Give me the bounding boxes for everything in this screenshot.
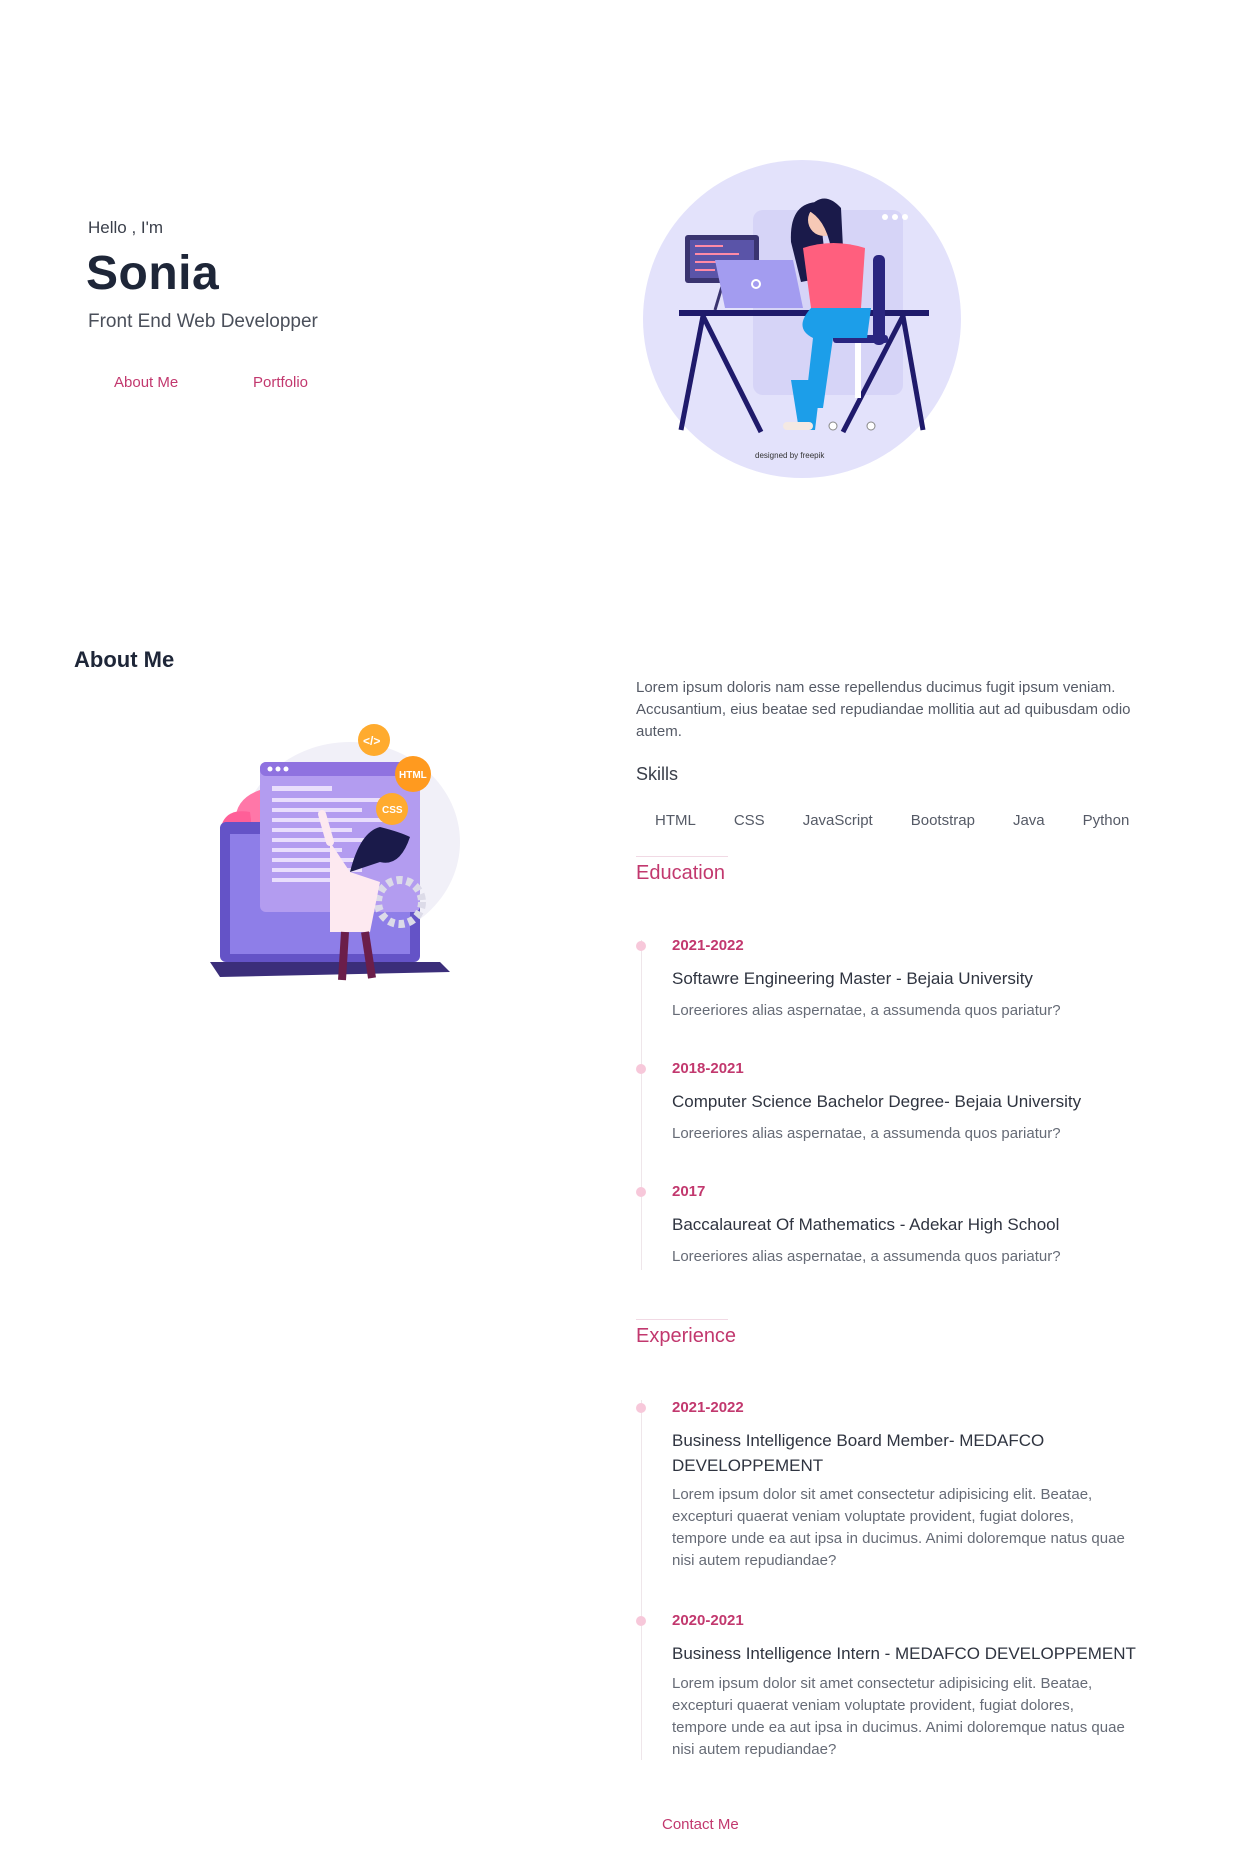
education-title-item: Computer Science Bachelor Degree- Bejaia… (672, 1092, 1082, 1111)
education-title-item: Softawre Engineering Master - Bejaia Uni… (672, 969, 1033, 988)
css-badge: CSS (382, 805, 403, 816)
experience-desc: Lorem ipsum dolor sit amet consectetur a… (672, 1675, 1125, 1758)
education-title: Education (636, 862, 725, 884)
hero-illustration: designed by freepik (643, 160, 961, 478)
timeline-dot (636, 1616, 646, 1626)
skill-javascript[interactable]: JavaScript (784, 812, 892, 829)
experience-title-item: Business Intelligence Board Member- MEDA… (672, 1431, 1045, 1475)
experience-title-item: Business Intelligence Intern - MEDAFCO D… (672, 1644, 1136, 1663)
hero-name: Sonia (86, 247, 220, 300)
experience-timeline-line (641, 1400, 642, 1760)
html-badge: HTML (399, 770, 427, 781)
education-desc: Loreeriores alias aspernatae, a assumend… (672, 1248, 1061, 1265)
skill-java[interactable]: Java (994, 812, 1064, 829)
skills-title: Skills (636, 764, 679, 784)
experience-year: 2020-2021 (672, 1612, 744, 1629)
education-desc: Loreeriores alias aspernatae, a assumend… (672, 1125, 1061, 1142)
experience-divider (636, 1319, 728, 1320)
about-intro: Lorem ipsum doloris nam esse repellendus… (636, 679, 1131, 740)
portfolio-button[interactable]: Portfolio (253, 374, 308, 391)
education-desc: Loreeriores alias aspernatae, a assumend… (672, 1002, 1061, 1019)
timeline-dot (636, 1187, 646, 1197)
about-section-title: About Me (74, 647, 175, 672)
skills-list: HTML CSS JavaScript Bootstrap Java Pytho… (636, 812, 1148, 829)
about-illustration: </> HTML CSS (210, 722, 490, 992)
timeline-dot (636, 1064, 646, 1074)
education-title-item: Baccalaureat Of Mathematics - Adekar Hig… (672, 1215, 1060, 1234)
hero-greeting: Hello , I'm (88, 218, 164, 237)
skill-python[interactable]: Python (1064, 812, 1149, 829)
education-timeline-line (641, 940, 642, 1270)
skill-html[interactable]: HTML (636, 812, 715, 829)
skill-css[interactable]: CSS (715, 812, 784, 829)
hero-role: Front End Web Developper (88, 311, 318, 332)
education-divider (636, 856, 728, 857)
timeline-dot (636, 1403, 646, 1413)
code-badge: </> (363, 734, 380, 748)
skill-bootstrap[interactable]: Bootstrap (892, 812, 994, 829)
timeline-dot (636, 941, 646, 951)
education-year: 2018-2021 (672, 1060, 744, 1077)
experience-desc: Lorem ipsum dolor sit amet consectetur a… (672, 1486, 1125, 1569)
about-me-button[interactable]: About Me (114, 374, 178, 391)
experience-year: 2021-2022 (672, 1399, 744, 1416)
freepik-credit: designed by freepik (755, 451, 825, 460)
education-year: 2017 (672, 1183, 706, 1200)
education-year: 2021-2022 (672, 937, 744, 954)
experience-title: Experience (636, 1325, 737, 1347)
contact-me-button[interactable]: Contact Me (662, 1816, 739, 1833)
